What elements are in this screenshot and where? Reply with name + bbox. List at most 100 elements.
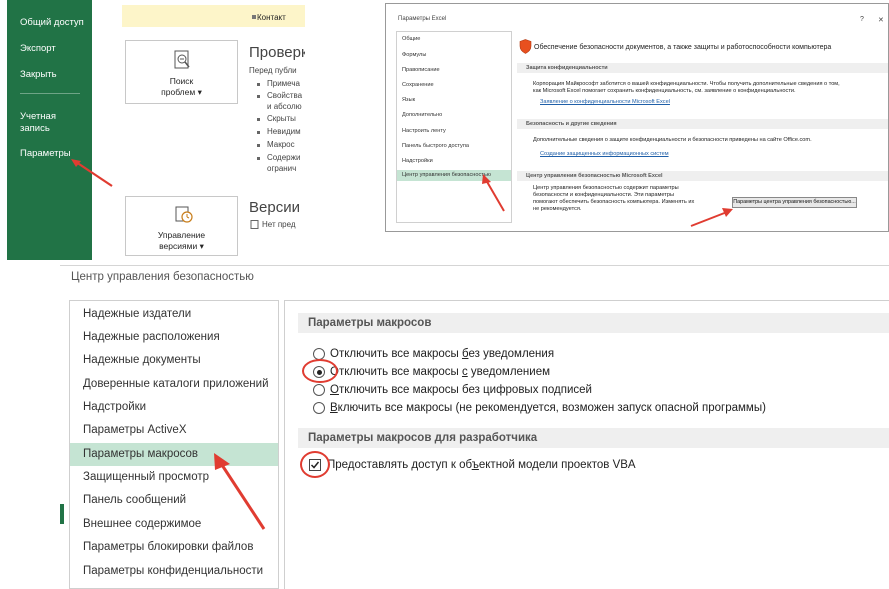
nav-export[interactable]: Экспорт [20,43,56,55]
manage-versions-button[interactable]: Управление версиями ▾ [125,196,238,256]
option-text: ключить все макросы (не рекомендуется, в… [337,402,766,414]
bullet [257,95,260,98]
option-accesskey: ъ [471,459,479,471]
option-text: Предоставлять доступ к об [327,459,472,471]
nav-close[interactable]: Закрыть [20,69,57,81]
developer-macro-settings-header: Параметры макросов для разработчика [298,428,889,448]
option-disable-with-notify[interactable]: Отключить все макросы с уведомлением [330,364,550,380]
nav-item-general[interactable]: Общие [397,34,511,45]
inspect-document-icon [174,50,190,69]
versions-description: Нет пред [262,220,296,229]
dialog-title: Параметры Excel [398,16,447,22]
option-text: тключить все макросы без цифровых подпис… [338,384,592,396]
inspect-description: Перед публи [249,66,297,75]
nav-share[interactable]: Общий доступ [20,17,84,29]
macro-settings-pane: Параметры макросов Отключить все макросы… [284,300,889,589]
bullet [257,144,260,147]
trust-center-settings-button[interactable]: Параметры центра управления безопасность… [732,197,857,208]
secure-systems-link[interactable]: Создание защищенных информационных систе… [540,151,669,157]
privacy-text: как Microsoft Excel помогает сохранить к… [533,88,796,94]
option-vba-access[interactable]: Предоставлять доступ к объектной модели … [327,457,636,473]
backstage-panel: Общий доступ Экспорт Закрыть Учетная зап… [0,0,305,260]
nav-item-trusted-catalogs[interactable]: Доверенные каталоги приложений [70,373,278,396]
inspect-bullet: Свойства [267,91,303,100]
check-issues-label-2: проблем ▾ [161,87,202,97]
trust-center-text: не рекомендуется. [533,206,582,212]
check-issues-label-1: Поиск [169,76,194,86]
trust-center-nav: Надежные издатели Надежные расположения … [69,300,279,589]
inspect-bullet: Макрос [267,140,295,149]
trust-center-section-header: Центр управления безопасностью Microsoft… [517,171,888,181]
inspect-bullet: огранич [267,164,297,173]
option-text: Отключить все макросы [330,366,462,378]
nav-options[interactable]: Параметры [20,148,71,160]
macro-settings-header: Параметры макросов [298,313,889,333]
help-button[interactable]: ? [860,16,864,23]
check-issues-button[interactable]: Поиск проблем ▾ [125,40,238,104]
nav-item-advanced[interactable]: Дополнительно [397,110,511,121]
versions-icon [175,206,193,223]
highlight-ring [302,359,338,383]
close-icon[interactable]: ✕ [878,16,884,24]
nav-item-language[interactable]: Язык [397,95,511,106]
nav-item-trusted-publishers[interactable]: Надежные издатели [70,303,278,326]
privacy-statement-link[interactable]: Заявление о конфиденциальности Microsoft… [540,99,670,105]
security-section-header: Безопасность и другие сведения [517,119,888,129]
nav-item-file-block[interactable]: Параметры блокировки файлов [70,536,278,559]
option-accesskey: В [330,402,338,414]
nav-item-save[interactable]: Сохранение [397,80,511,91]
nav-item-quick-access[interactable]: Панель быстрого доступа [397,141,511,152]
option-enable-all[interactable]: Включить все макросы (не рекомендуется, … [330,400,766,416]
nav-item-activex[interactable]: Параметры ActiveX [70,419,278,442]
shield-icon [519,39,532,54]
bullet-icon [252,15,256,19]
versions-heading: Версии [249,199,300,216]
trust-center-text: помогают обеспечить безопасность компьют… [533,199,695,205]
inspect-bullet: Содержи [267,153,301,162]
sidebar-divider [20,93,80,94]
option-text: уведомлением [467,366,550,378]
accent-strip [60,504,64,524]
document-icon [250,220,259,229]
option-text: Отключить все макросы [330,348,462,360]
privacy-section-header: Защита конфиденциальности [517,63,888,73]
info-bar: Контакт [122,5,305,27]
nav-item-ribbon[interactable]: Настроить ленту [397,126,511,137]
inspect-bullet: Примеча [267,79,300,88]
inspect-heading: Проверк [249,44,305,61]
options-content: Обеспечение безопасности документов, а т… [517,31,888,231]
red-arrow-icon [690,208,733,227]
option-disable-unsigned[interactable]: Отключить все макросы без цифровых подпи… [330,382,592,398]
options-header: Обеспечение безопасности документов, а т… [534,44,832,51]
trust-center-text: Центр управления безопасностью содержит … [533,185,679,191]
inspect-bullet: и абсолю [267,102,302,111]
dialog-titlebar: Параметры Excel ? ✕ [386,4,888,26]
nav-item-trusted-locations[interactable]: Надежные расположения [70,326,278,349]
nav-item-proofing[interactable]: Правописание [397,65,511,76]
radio-enable-all[interactable] [313,402,325,414]
manage-versions-label-2: версиями ▾ [159,241,204,251]
nav-item-trusted-documents[interactable]: Надежные документы [70,349,278,372]
bullet [257,118,260,121]
nav-item-addins[interactable]: Надстройки [70,396,278,419]
trust-center-text: безопасности и конфиденциальности. Эти п… [533,192,674,198]
manage-versions-label-1: Управление [157,230,206,240]
security-text: Дополнительные сведения о защите конфиде… [533,137,812,143]
radio-disable-unsigned[interactable] [313,384,325,396]
nav-item-formulas[interactable]: Формулы [397,50,511,61]
red-arrow-icon [214,453,266,530]
option-text: ектной модели проектов VBA [478,459,636,471]
info-bar-text: Контакт [257,13,286,22]
nav-account[interactable]: Учетная запись [20,111,56,135]
bullet [257,157,260,160]
nav-item-privacy[interactable]: Параметры конфиденциальности [70,560,278,583]
red-arrow-icon [482,174,505,212]
option-disable-no-notify[interactable]: Отключить все макросы без уведомления [330,346,554,362]
bullet [257,83,260,86]
inspect-bullet: Невидим [267,127,301,136]
excel-options-dialog: Параметры Excel ? ✕ Общие Формулы Правоп… [385,3,889,232]
option-text: ез уведомления [468,348,555,360]
nav-item-addins[interactable]: Надстройки [397,156,511,167]
backstage-sidebar: Общий доступ Экспорт Закрыть Учетная зап… [7,0,92,260]
inspect-bullet: Скрыты [267,114,296,123]
